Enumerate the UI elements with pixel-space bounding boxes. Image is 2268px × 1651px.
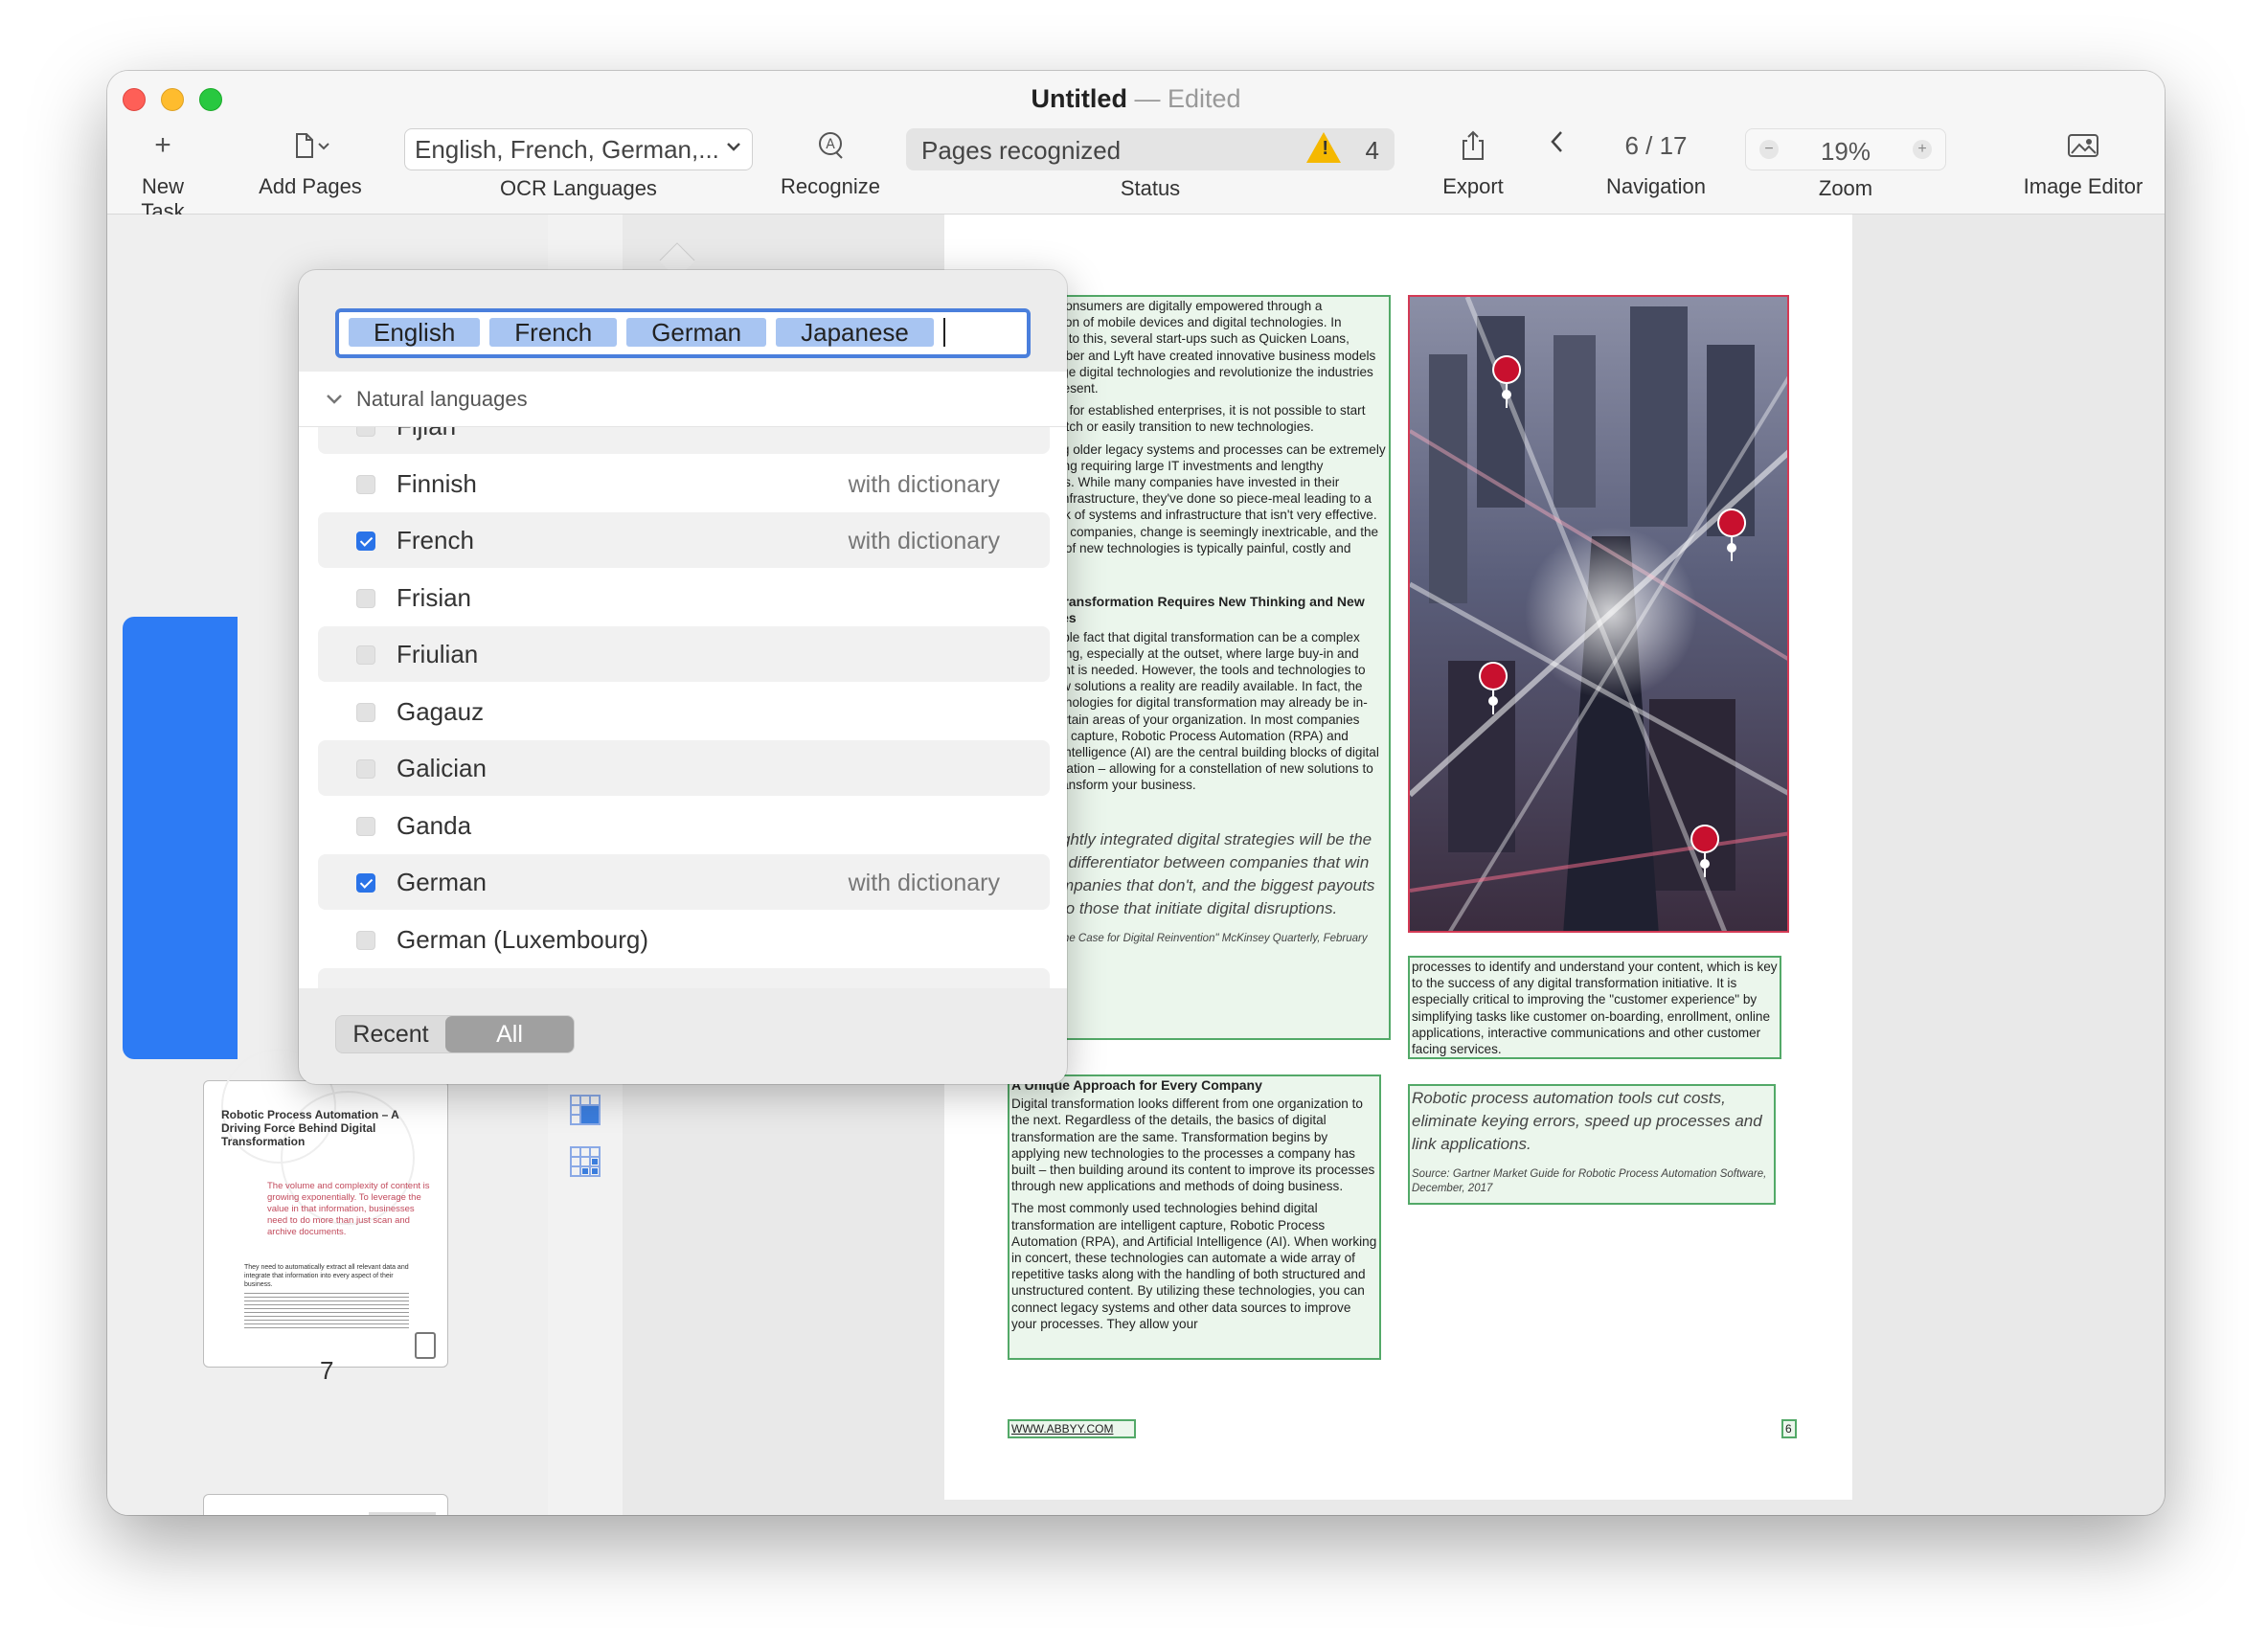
zoom-in-button[interactable]: + — [1913, 140, 1932, 159]
selected-languages-field[interactable]: English French German Japanese — [335, 308, 1031, 358]
document-page: Today's consumers are digitally empowere… — [944, 215, 1852, 1500]
language-token[interactable]: Japanese — [776, 318, 934, 347]
zoom-control: − 19% + — [1745, 128, 1946, 170]
recognize-icon: A — [768, 124, 893, 167]
svg-text:A: A — [826, 137, 835, 152]
status-field[interactable]: Pages recognized ! 4 — [906, 128, 1395, 170]
language-checkbox[interactable] — [356, 427, 375, 437]
warning-count: 4 — [1365, 136, 1379, 165]
export-button[interactable]: Export — [1425, 124, 1521, 199]
text-block-3[interactable]: processes to identify and understand you… — [1408, 956, 1781, 1059]
image-icon — [2011, 124, 2155, 167]
text-block-4[interactable]: Robotic process automation tools cut cos… — [1408, 1084, 1776, 1205]
page-thumbnail-7[interactable]: Robotic Process Automation – A Driving F… — [203, 1049, 448, 1368]
recognize-button[interactable]: A Recognize — [768, 124, 893, 199]
language-row-french[interactable]: French with dictionary — [318, 512, 1050, 568]
language-checkbox[interactable] — [356, 817, 375, 836]
ocr-languages-dropdown[interactable]: English, French, German,... — [404, 128, 753, 170]
footer-url[interactable]: WWW.ABBYY.COM — [1008, 1419, 1136, 1438]
language-row-finnish[interactable]: Finnish with dictionary — [318, 456, 1050, 511]
segment-all[interactable]: All — [445, 1016, 574, 1052]
language-checkbox[interactable] — [356, 931, 375, 950]
thumbnail-heading: Robotic Process Automation – A Driving F… — [221, 1108, 399, 1148]
table-area-icon[interactable] — [569, 1094, 601, 1126]
picture-block[interactable] — [1408, 295, 1789, 933]
titlebar: Untitled — Edited + New Task Add Pages E… — [107, 71, 2165, 223]
language-row-german[interactable]: German with dictionary — [318, 854, 1050, 910]
status-label: Status — [1120, 176, 1181, 200]
grid-area-icon[interactable] — [569, 1145, 601, 1178]
chevron-down-icon — [326, 391, 343, 411]
thumbnail-body-text: They need to automatically extract all r… — [244, 1264, 409, 1288]
image-editor-button[interactable]: Image Editor — [2011, 124, 2155, 199]
language-checkbox[interactable] — [356, 589, 375, 608]
language-row-gagauz[interactable]: Gagauz — [318, 684, 1050, 739]
page-number-label: 7 — [320, 1356, 334, 1385]
pull-quote: Bold, tightly integrated digital strateg… — [1011, 829, 1375, 917]
language-row-german-luxembourg[interactable]: German (Luxembourg) — [318, 912, 1050, 967]
segment-recent[interactable]: Recent — [336, 1016, 445, 1052]
language-row-frisian[interactable]: Frisian — [318, 570, 1050, 625]
language-rows: Fijian Finnish with dictionary French wi… — [318, 427, 1050, 988]
app-window: Untitled — Edited + New Task Add Pages E… — [107, 71, 2165, 1515]
language-checkbox[interactable] — [356, 645, 375, 665]
language-checkbox[interactable] — [356, 759, 375, 779]
text-caret — [942, 318, 945, 347]
page-indicator: 6 / 17 — [1624, 130, 1688, 160]
language-checkbox[interactable] — [356, 475, 375, 494]
language-list: Natural languages Fijian Finnish with di… — [299, 372, 1067, 988]
page-thumbnail-8[interactable] — [203, 1494, 448, 1515]
ocr-languages-popover: English French German Japanese Natural lang… — [299, 270, 1067, 1084]
language-row-next[interactable] — [318, 968, 1050, 988]
language-row-fijian[interactable]: Fijian — [318, 427, 1050, 454]
language-filter-segmented-control: Recent All — [335, 1015, 575, 1053]
share-icon — [1425, 124, 1521, 167]
language-checkbox-checked[interactable] — [356, 873, 375, 893]
thumbnail-red-text: The volume and complexity of content is … — [267, 1181, 430, 1237]
natural-languages-header[interactable]: Natural languages — [299, 372, 1067, 427]
chevron-down-icon — [725, 137, 742, 162]
text-block-2[interactable]: A Unique Approach for Every Company Digi… — [1008, 1074, 1381, 1360]
language-row-friulian[interactable]: Friulian — [318, 626, 1050, 682]
ocr-languages-label: OCR Languages — [500, 176, 657, 200]
language-token[interactable]: German — [626, 318, 767, 347]
footer-page-number[interactable]: 6 — [1781, 1419, 1797, 1438]
selected-page-highlight[interactable] — [123, 617, 238, 1059]
navigation-group: 6 / 17 Navigation — [1538, 124, 1774, 199]
language-token[interactable]: French — [489, 318, 618, 347]
add-pages-button[interactable]: Add Pages — [251, 124, 370, 199]
language-row-ganda[interactable]: Ganda — [318, 798, 1050, 853]
language-checkbox-checked[interactable] — [356, 531, 375, 551]
previous-page-button[interactable] — [1548, 127, 1567, 164]
zoom-label: Zoom — [1818, 176, 1873, 200]
new-task-button[interactable]: + New Task — [119, 124, 207, 224]
recognized-page-icon — [415, 1332, 436, 1359]
language-row-galician[interactable]: Galician — [318, 740, 1050, 796]
language-checkbox[interactable] — [356, 703, 375, 722]
document-add-icon — [251, 124, 370, 167]
window-title: Untitled — Edited — [1031, 84, 1241, 113]
plus-icon: + — [154, 129, 171, 161]
city-aerial-image — [1410, 297, 1787, 931]
language-token[interactable]: English — [349, 318, 481, 347]
quote-source: Source: "The Case for Digital Reinventio… — [1011, 932, 1368, 959]
